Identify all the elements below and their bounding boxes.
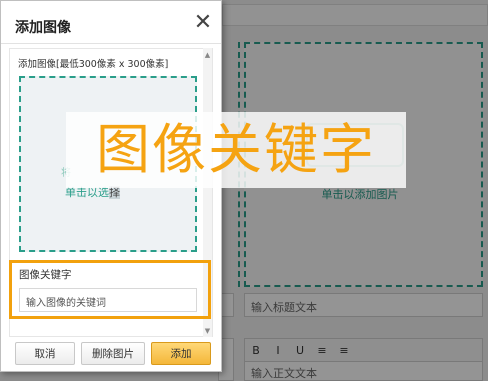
add-image-label: 添加图像[最低300像素 x 300像素] <box>18 59 169 70</box>
close-icon[interactable]: ✕ <box>191 11 215 35</box>
delete-image-button[interactable]: 删除图片 <box>81 342 145 365</box>
dialog-title: 添加图像 <box>15 20 71 36</box>
scroll-up-icon[interactable]: ▲ <box>203 51 212 59</box>
dialog-divider <box>1 43 221 44</box>
scroll-down-icon[interactable]: ▼ <box>203 327 212 335</box>
cancel-button[interactable]: 取消 <box>15 342 75 365</box>
caption-overlay-text: 图像关键字 <box>96 118 376 181</box>
keyword-highlight-box <box>9 260 211 319</box>
add-button[interactable]: 添加 <box>151 342 211 365</box>
